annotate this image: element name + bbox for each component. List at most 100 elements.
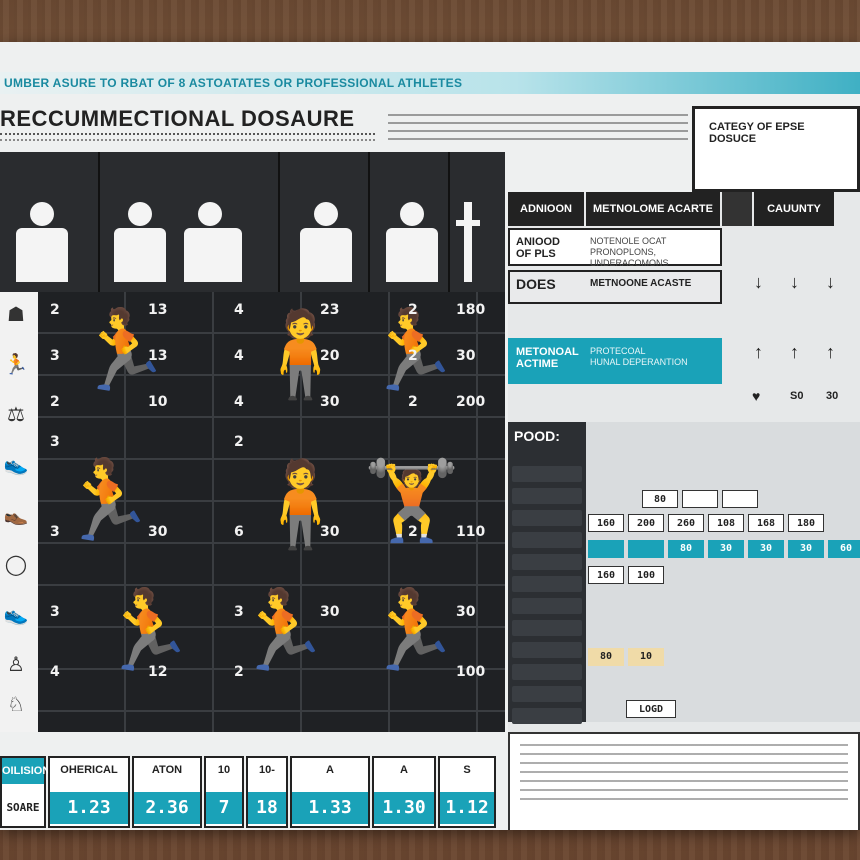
poster-title: RECCUMMECTIONAL DOSAURE bbox=[0, 106, 355, 131]
grid-value: 10 bbox=[148, 394, 168, 410]
food-row-label bbox=[512, 466, 582, 482]
runner-icon: 🏃 bbox=[363, 586, 461, 676]
rp-header-1: ADNIOON bbox=[508, 192, 584, 226]
stat-value: 7 bbox=[206, 792, 242, 824]
food-cell: 30 bbox=[708, 540, 744, 558]
food-row-label bbox=[512, 620, 582, 636]
rp-row-key: METONOAL ACTIME bbox=[516, 346, 579, 370]
person-icon bbox=[300, 202, 352, 282]
stat-label: 10- bbox=[259, 764, 275, 776]
grid-value: 3 bbox=[50, 434, 60, 450]
food-row-label bbox=[512, 598, 582, 614]
category-label: CATEGY OF EPSE DOSUCE bbox=[709, 121, 805, 145]
grid-value: 2 bbox=[408, 394, 418, 410]
barbell-icon bbox=[464, 202, 472, 282]
grid-value: 6 bbox=[234, 524, 244, 540]
down-arrow-icon: ↓ bbox=[826, 272, 835, 292]
stat-cell: S 1.12 bbox=[438, 756, 496, 828]
food-row-label bbox=[512, 708, 582, 724]
stat-label: A bbox=[326, 764, 334, 776]
stat-cell: A 1.30 bbox=[372, 756, 436, 828]
runner-icon: 🏃 bbox=[58, 456, 156, 546]
stat-cell: 10- 18 bbox=[246, 756, 288, 828]
stat-label: A bbox=[400, 764, 408, 776]
stats-strip: OILISION SOARE OHERICAL 1.23 ATON 2.36 10 7 10- 1… bbox=[0, 756, 500, 830]
grid-value: 2 bbox=[50, 302, 60, 318]
food-cell: 108 bbox=[708, 514, 744, 532]
food-cell: 100 bbox=[628, 566, 664, 584]
poster-subtitle: UMBER ASURE TO RBAT OF 8 ASTOATATES OR P… bbox=[4, 76, 463, 90]
header-cell-1 bbox=[0, 152, 100, 292]
grid-value: 13 bbox=[148, 348, 168, 364]
food-cell: 60 bbox=[828, 540, 860, 558]
grid-value: 30 bbox=[456, 348, 476, 364]
dosage-data-grid: 🏃 🧍 🏃 🏃 🧍 🏋 🏃 🏃 🏃 2 13 4 23 2 180 3 13 4 20 2 30 2 10… bbox=[38, 292, 505, 732]
stat-label: 10 bbox=[217, 764, 231, 776]
grid-value: 4 bbox=[234, 348, 244, 364]
grid-value: 20 bbox=[320, 348, 340, 364]
person-icon bbox=[386, 202, 438, 282]
person-icon bbox=[114, 202, 166, 282]
rp-row-value: NOTENOLE OCAT PRONOPLONS, UNDERACOMONS bbox=[590, 236, 669, 268]
food-cell: 200 bbox=[628, 514, 664, 532]
stat-cell: 10 7 bbox=[204, 756, 244, 828]
header-cell-2 bbox=[100, 152, 280, 292]
heart-icon: ♥ bbox=[752, 388, 761, 404]
stat-value: 2.36 bbox=[134, 792, 200, 824]
stat-label: S bbox=[463, 764, 471, 776]
grid-value: 3 bbox=[234, 604, 244, 620]
grid-value: 2 bbox=[50, 394, 60, 410]
stat-value: 18 bbox=[248, 792, 286, 824]
stat-label: ATON bbox=[151, 764, 183, 776]
bottom-notes bbox=[508, 732, 860, 830]
grid-value: 12 bbox=[148, 664, 168, 680]
grid-value: 30 bbox=[320, 604, 340, 620]
header-cell-4 bbox=[370, 152, 450, 292]
arrow-label: S0 bbox=[790, 390, 804, 402]
grid-value: 4 bbox=[234, 394, 244, 410]
food-row-label bbox=[512, 554, 582, 570]
stat-cell: A 1.33 bbox=[290, 756, 370, 828]
stat-value: 1.23 bbox=[50, 792, 128, 824]
stat-cell: OHERICAL 1.23 bbox=[48, 756, 130, 828]
grid-value: 30 bbox=[148, 524, 168, 540]
food-cell: 80 bbox=[642, 490, 678, 508]
food-cell bbox=[588, 540, 624, 558]
category-box: CATEGY OF EPSE DOSUCE bbox=[692, 106, 860, 192]
food-row-label bbox=[512, 532, 582, 548]
figure-icon: ♘ bbox=[7, 694, 25, 716]
grid-value: 2 bbox=[408, 302, 418, 318]
side-icon-column: ☗ 🏃 ⚖ 👟 👞 ◯ 👟 ♙ ♘ bbox=[0, 292, 38, 732]
shoe-icon: 👟 bbox=[3, 604, 29, 626]
food-cell: 80 bbox=[668, 540, 704, 558]
up-arrow-icon: ↑ bbox=[754, 342, 763, 362]
rp-row-key: DOES bbox=[516, 276, 556, 292]
stat-cell: OILISION SOARE bbox=[0, 756, 50, 828]
grid-value: 4 bbox=[234, 302, 244, 318]
intro-paragraph bbox=[388, 114, 688, 146]
grid-value: 180 bbox=[456, 302, 486, 318]
rp-row-value: PROTECOAL HUNAL DEPERANTION bbox=[590, 346, 688, 367]
runner-icon: 🏃 bbox=[98, 586, 196, 676]
rp-row-2: DOES METNOONE ACASTE bbox=[508, 270, 722, 304]
grid-value: 200 bbox=[456, 394, 486, 410]
up-arrow-icon: ↑ bbox=[790, 342, 799, 362]
runner-small-icon: 🏃 bbox=[3, 354, 29, 376]
grid-value: 30 bbox=[320, 394, 340, 410]
person-icon bbox=[16, 202, 68, 282]
food-title: POOD: bbox=[514, 428, 560, 444]
food-cell bbox=[722, 490, 758, 508]
rp-row-value: METNOONE ACASTE bbox=[590, 278, 692, 289]
stat-cell: ATON 2.36 bbox=[132, 756, 202, 828]
stat-value: SOARE bbox=[2, 792, 44, 824]
rp-header-2: METNOLOME ACARTE bbox=[586, 192, 720, 226]
food-cell: 160 bbox=[588, 514, 624, 532]
grid-value: 110 bbox=[456, 524, 486, 540]
header-cell-3 bbox=[280, 152, 370, 292]
person-icon bbox=[184, 202, 242, 282]
rp-header-4: CAUUNTY bbox=[754, 192, 834, 226]
food-row-label bbox=[512, 488, 582, 504]
food-row-label bbox=[512, 510, 582, 526]
food-cell bbox=[682, 490, 718, 508]
food-row-label bbox=[512, 686, 582, 702]
